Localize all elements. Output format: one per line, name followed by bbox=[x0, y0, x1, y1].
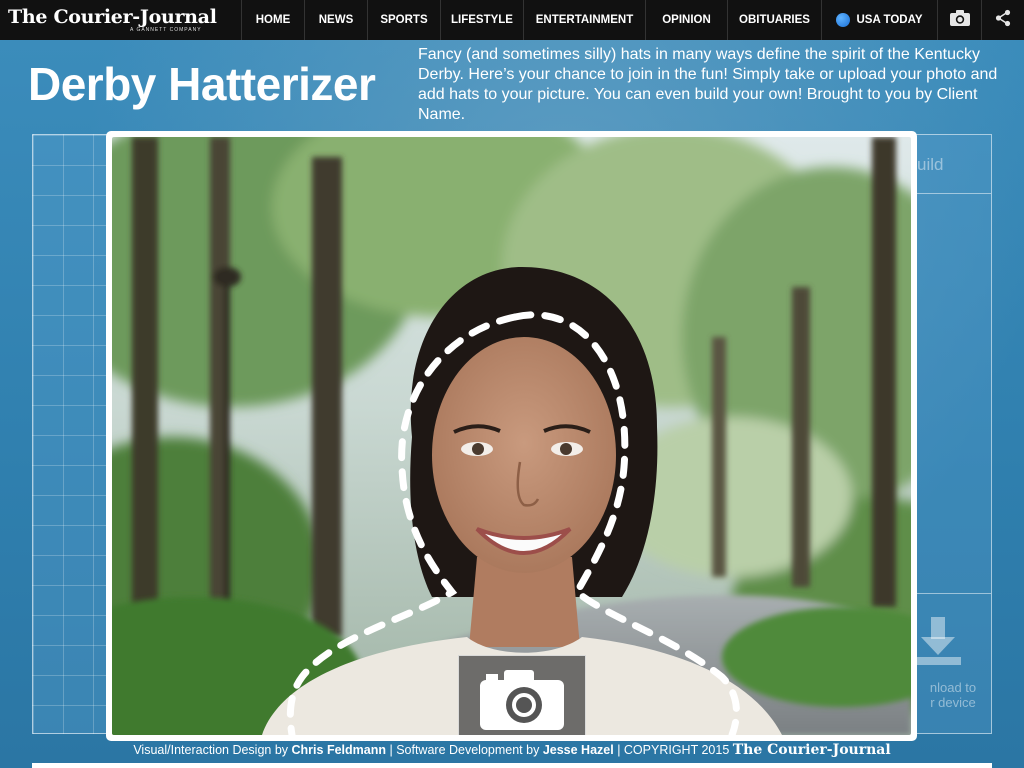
nav-obituaries[interactable]: OBITUARIES bbox=[727, 0, 821, 40]
photo-frame bbox=[106, 131, 917, 741]
panel-divider bbox=[913, 593, 991, 594]
courier-journal-logo[interactable]: The Courier-Journal A GANNETT COMPANY bbox=[0, 0, 241, 40]
nav-share-button[interactable] bbox=[981, 0, 1023, 40]
page-description: Fancy (and sometimes silly) hats in many… bbox=[418, 46, 998, 123]
top-nav-bar: The Courier-Journal A GANNETT COMPANY HO… bbox=[0, 0, 1024, 40]
design-credit-prefix: Visual/Interaction Design by bbox=[133, 743, 289, 757]
usa-today-dot-icon bbox=[836, 13, 851, 27]
nav-menu: HOME NEWS SPORTS LIFESTYLE ENTERTAINMENT… bbox=[241, 0, 1024, 40]
nav-entertainment[interactable]: ENTERTAINMENT bbox=[523, 0, 645, 40]
dev-credit-prefix: | Software Development by bbox=[389, 743, 540, 757]
share-icon bbox=[994, 9, 1012, 32]
build-label[interactable]: uild bbox=[917, 155, 943, 175]
camera-icon bbox=[480, 668, 564, 730]
download-icon[interactable] bbox=[917, 617, 965, 674]
usa-today-label: USA TODAY bbox=[856, 14, 923, 26]
nav-home[interactable]: HOME bbox=[241, 0, 304, 40]
download-label[interactable]: nload to r device bbox=[915, 680, 991, 710]
camera-icon bbox=[949, 9, 970, 31]
designer-name: Chris Feldmann bbox=[291, 743, 386, 757]
right-tools-panel: uild nload to r device bbox=[912, 134, 992, 734]
hat-grid-panel bbox=[32, 134, 110, 734]
logo-subtext: A GANNETT COMPANY bbox=[130, 27, 202, 33]
take-photo-button[interactable] bbox=[458, 655, 586, 735]
credits-footer: Visual/Interaction Design by Chris Feldm… bbox=[0, 741, 1024, 759]
nav-sports[interactable]: SPORTS bbox=[367, 0, 440, 40]
logo-text: The Courier-Journal bbox=[8, 6, 217, 28]
panel-divider bbox=[913, 193, 991, 194]
footer-brand-logo: The Courier-Journal bbox=[732, 742, 891, 758]
nav-opinion[interactable]: OPINION bbox=[645, 0, 727, 40]
nav-camera-button[interactable] bbox=[937, 0, 981, 40]
copyright-text: | COPYRIGHT 2015 bbox=[617, 743, 730, 757]
page-title: Derby Hatterizer bbox=[28, 58, 376, 110]
nav-lifestyle[interactable]: LIFESTYLE bbox=[440, 0, 523, 40]
footer-divider bbox=[32, 763, 992, 768]
nav-usa-today[interactable]: USA TODAY bbox=[821, 0, 937, 40]
nav-news[interactable]: NEWS bbox=[304, 0, 367, 40]
developer-name: Jesse Hazel bbox=[542, 743, 614, 757]
download-line-2: r device bbox=[930, 695, 976, 710]
download-line-1: nload to bbox=[929, 680, 977, 695]
sample-photo bbox=[112, 137, 911, 735]
